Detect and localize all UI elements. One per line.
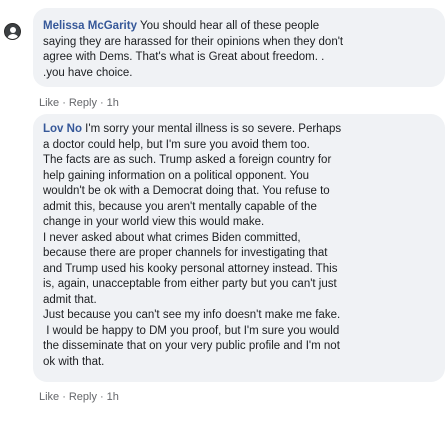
comment-actions: Like · Reply · 1h — [39, 97, 119, 109]
comment-line: and Trump used his kooky personal attorn… — [43, 262, 338, 275]
reply-link[interactable]: Reply — [69, 391, 97, 403]
comment-line: is, again, unacceptable from either part… — [43, 278, 337, 290]
comment-bubble: Melissa McGarity You should hear all of … — [33, 8, 445, 87]
comment-line: wouldn't be ok with a Democrat doing tha… — [43, 185, 330, 197]
comment-author[interactable]: Melissa McGarity — [43, 20, 137, 32]
comment-text: I'm sorry your mental illness is so seve… — [81, 123, 342, 135]
comment-line: ok with that. — [43, 355, 105, 368]
comment-bubble: Lov No I'm sorry your mental illness is … — [33, 114, 445, 382]
comment-line: help gaining information on a political … — [43, 169, 309, 182]
comment-line: .you have choice. — [43, 66, 133, 79]
comment-line: admit this, because you aren't mentally … — [43, 200, 317, 213]
like-link[interactable]: Like — [39, 391, 59, 403]
timestamp[interactable]: 1h — [107, 391, 119, 403]
separator-dot: · — [99, 391, 104, 403]
comment-thread: Melissa McGarity You should hear all of … — [0, 0, 448, 431]
comment-author[interactable]: Lov No — [43, 123, 82, 135]
separator-dot: · — [62, 391, 66, 403]
comment-line: change in your world view this would mak… — [43, 216, 265, 228]
comment-line: Melissa McGarity You should hear all of … — [43, 19, 435, 35]
comment-line: the disseminate that on your very public… — [43, 340, 340, 352]
comment-text: You should hear all of these people — [136, 20, 320, 32]
comment-line: because there are proper channels for in… — [43, 247, 328, 259]
avatar[interactable] — [4, 23, 21, 40]
comment-line: Lov No I'm sorry your mental illness is … — [43, 122, 435, 138]
comment-line: I would be happy to DM you proof, but I'… — [43, 324, 340, 337]
like-link[interactable]: Like — [39, 97, 59, 109]
comment-line: saying they are harassed for their opini… — [43, 35, 344, 48]
comment-line: I never asked about what crimes Biden co… — [43, 231, 301, 244]
comment-actions: Like · Reply · 1h — [39, 391, 119, 403]
comment-line: a doctor could help, but I'm sure you av… — [43, 138, 310, 151]
comment-line: agree with Dems. That's what is Great ab… — [43, 51, 325, 63]
comment-line: Just because you can't see my info doesn… — [43, 309, 341, 321]
timestamp[interactable]: 1h — [107, 97, 119, 109]
comment-line: The facts are as such. Trump asked a for… — [43, 154, 332, 166]
comment-line: admit that. — [43, 293, 97, 306]
separator-dot: · — [99, 97, 104, 109]
reply-link[interactable]: Reply — [69, 97, 97, 109]
separator-dot: · — [62, 97, 66, 109]
